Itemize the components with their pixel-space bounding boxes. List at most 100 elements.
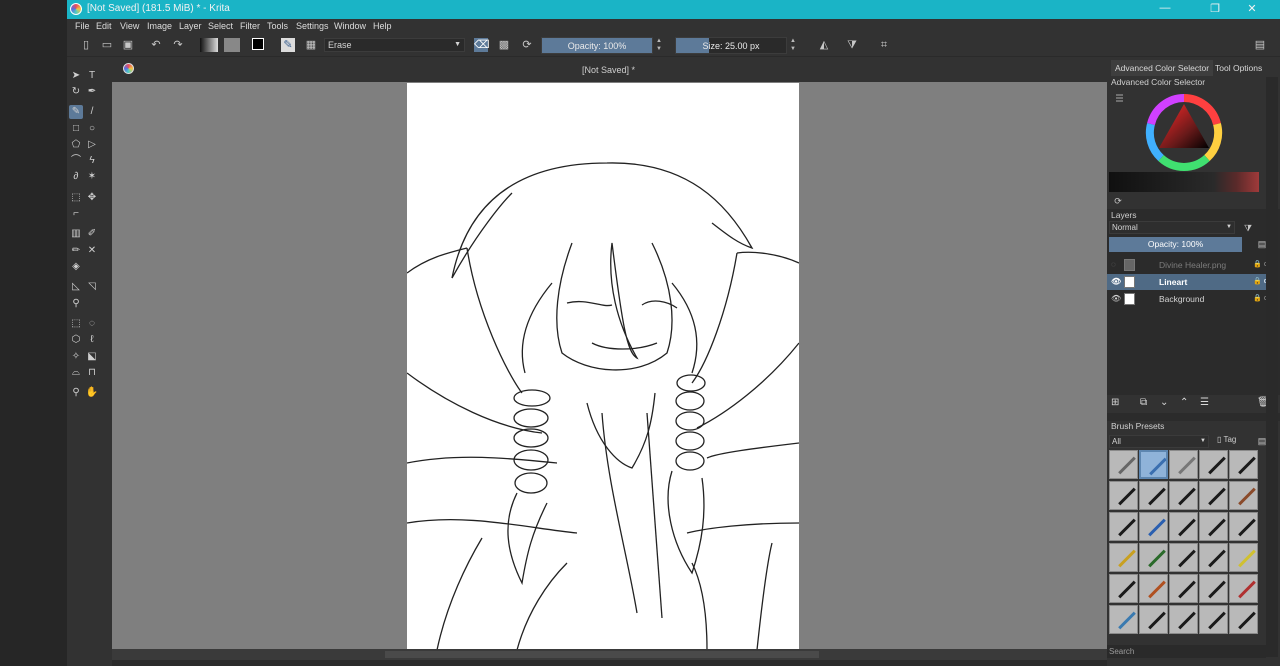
ellipse-tool-icon[interactable]: ○	[85, 122, 99, 136]
layer-filter-icon[interactable]: ⧩	[1241, 221, 1255, 235]
freehand-select-icon[interactable]: ℓ	[85, 333, 99, 347]
visibility-on-icon[interactable]: 👁	[1111, 291, 1121, 307]
dynamic-brush-icon[interactable]: ∂	[69, 170, 83, 184]
brush-preset[interactable]	[1169, 481, 1198, 510]
layer-row[interactable]: 👁 Lineart 🔒 α	[1107, 274, 1270, 290]
measure-tool-icon[interactable]: ◺	[69, 280, 83, 294]
zoom-tool-icon[interactable]: ⚲	[69, 386, 83, 400]
brush-preset[interactable]	[1139, 512, 1168, 541]
brush-preset[interactable]	[1199, 605, 1228, 634]
brush-preset[interactable]	[1229, 481, 1258, 510]
multibrush-icon[interactable]: ✶	[85, 170, 99, 184]
menu-file[interactable]: File	[75, 21, 90, 31]
magnetic-select-icon[interactable]: ⊓	[85, 366, 99, 380]
add-layer-icon[interactable]: ⊞	[1111, 397, 1119, 408]
color-history-strip[interactable]	[1109, 172, 1259, 192]
layer-row[interactable]: ◌ Divine Healer.png 🔒 α	[1107, 257, 1270, 273]
brush-preset[interactable]	[1229, 512, 1258, 541]
brush-preset-field[interactable]: Erase ▼	[324, 38, 465, 52]
drawing-canvas[interactable]	[407, 83, 799, 650]
brush-preset[interactable]	[1229, 605, 1258, 634]
brush-preset[interactable]	[1199, 481, 1228, 510]
brush-preset[interactable]	[1139, 481, 1168, 510]
menu-edit[interactable]: Edit	[96, 21, 112, 31]
fill-tool-icon[interactable]: ◈	[69, 260, 83, 274]
reload-preset-icon[interactable]: ⟳	[520, 38, 534, 52]
reference-images-icon[interactable]: ⚲	[69, 297, 83, 311]
minimize-button[interactable]: —	[1150, 2, 1180, 14]
similar-select-icon[interactable]: ⬕	[85, 350, 99, 364]
gradient-tool-icon[interactable]: ▥	[69, 227, 83, 241]
canvas-area[interactable]: [Not Saved] * ✕	[112, 57, 1160, 660]
menu-filter[interactable]: Filter	[240, 21, 260, 31]
brush-preset[interactable]	[1229, 450, 1258, 479]
close-window-button[interactable]: ✕	[1237, 2, 1267, 15]
visibility-on-icon[interactable]: 👁	[1111, 274, 1121, 290]
brush-preset[interactable]	[1109, 481, 1138, 510]
open-document-icon[interactable]: ▭	[100, 38, 114, 52]
freehand-path-icon[interactable]: ϟ	[85, 154, 99, 168]
brush-preset[interactable]	[1109, 512, 1138, 541]
menu-layer[interactable]: Layer	[179, 21, 202, 31]
tab-tool-options[interactable]: Tool Options	[1211, 60, 1266, 76]
brush-preset[interactable]	[1169, 543, 1198, 572]
crop-tool-icon[interactable]: ⌐	[69, 207, 83, 221]
rect-select-icon[interactable]: ⬚	[69, 317, 83, 331]
select-shapes-icon[interactable]: ➤	[69, 69, 83, 83]
brush-preset[interactable]	[1109, 574, 1138, 603]
refresh-icon[interactable]: ⟳	[1111, 194, 1125, 208]
brush-preset[interactable]	[1109, 605, 1138, 634]
move-tool-icon[interactable]: ✥	[85, 191, 99, 205]
eraser-mode-icon[interactable]: ⌫	[474, 38, 490, 52]
brush-preset[interactable]	[1199, 543, 1228, 572]
brush-preset[interactable]	[1109, 543, 1138, 572]
bezier-select-icon[interactable]: ⌓	[69, 366, 83, 380]
color-picker-icon[interactable]: ✐	[85, 227, 99, 241]
visibility-off-icon[interactable]: ◌	[1111, 257, 1116, 273]
tag-button[interactable]: ▯ Tag	[1217, 435, 1249, 448]
foreground-color-swatch[interactable]	[252, 38, 264, 50]
menu-window[interactable]: Window	[334, 21, 366, 31]
preserve-alpha-icon[interactable]: ▩	[497, 38, 511, 52]
ellipse-select-icon[interactable]: ◌	[85, 317, 99, 331]
brush-preset[interactable]	[1139, 450, 1168, 479]
workspace-chooser-icon[interactable]: ▤	[1253, 38, 1267, 52]
polygon-tool-icon[interactable]: ⬠	[69, 138, 83, 152]
brush-preset[interactable]	[1229, 543, 1258, 572]
calligraphy-icon[interactable]: ✒	[85, 85, 99, 99]
redo-icon[interactable]: ↷	[171, 38, 185, 52]
brush-preset[interactable]	[1139, 574, 1168, 603]
brush-preset[interactable]	[1199, 574, 1228, 603]
text-tool-icon[interactable]: T	[85, 69, 99, 83]
brush-preset[interactable]	[1139, 543, 1168, 572]
move-layer-down-icon[interactable]: ⌄	[1160, 397, 1168, 408]
horizontal-scrollbar[interactable]	[112, 649, 1160, 660]
layer-properties-icon[interactable]: ☰	[1200, 397, 1209, 408]
menu-select[interactable]: Select	[208, 21, 233, 31]
brush-preset[interactable]	[1199, 512, 1228, 541]
brush-preset[interactable]	[1229, 574, 1258, 603]
size-slider[interactable]: Size: 25.00 px	[675, 37, 787, 54]
gradient-swatch[interactable]	[200, 38, 218, 52]
smart-patch-icon[interactable]: ✕	[85, 244, 99, 258]
bezier-tool-icon[interactable]: ⌒	[69, 154, 83, 168]
tab-advanced-color-selector[interactable]: Advanced Color Selector	[1111, 60, 1214, 76]
brush-preset[interactable]	[1109, 450, 1138, 479]
menu-help[interactable]: Help	[373, 21, 392, 31]
brush-editor-icon[interactable]: ✎	[281, 38, 295, 52]
brush-preset[interactable]	[1169, 450, 1198, 479]
save-icon[interactable]: ▣	[121, 38, 135, 52]
assistant-tool-icon[interactable]: ◹	[85, 280, 99, 294]
pan-tool-icon[interactable]: ✋	[85, 386, 99, 400]
menu-image[interactable]: Image	[147, 21, 172, 31]
wrap-around-icon[interactable]: ⌗	[877, 38, 891, 52]
pattern-swatch[interactable]	[224, 38, 240, 52]
layer-opacity-slider[interactable]: Opacity: 100%	[1109, 237, 1242, 252]
menu-settings[interactable]: Settings	[296, 21, 329, 31]
brush-preset[interactable]	[1199, 450, 1228, 479]
undo-icon[interactable]: ↶	[149, 38, 163, 52]
transform-tool-icon[interactable]: ⬚	[69, 191, 83, 205]
preset-chooser-icon[interactable]: ▦	[304, 38, 318, 52]
dock-scrollbar[interactable]	[1266, 77, 1278, 657]
brush-preset[interactable]	[1139, 605, 1168, 634]
